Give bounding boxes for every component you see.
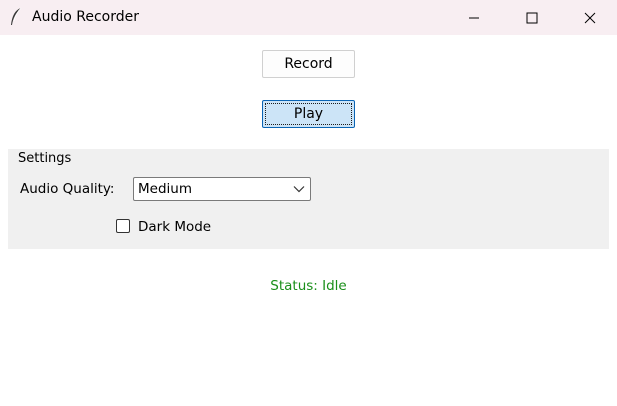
settings-title: Settings	[18, 151, 72, 166]
audio-quality-select[interactable]: Medium	[133, 177, 311, 201]
dark-mode-checkbox[interactable]	[116, 219, 130, 233]
record-button[interactable]: Record	[262, 50, 355, 78]
chevron-down-icon[interactable]	[293, 185, 305, 193]
maximize-button[interactable]	[509, 0, 555, 35]
window-title: Audio Recorder	[32, 9, 139, 25]
audio-quality-label: Audio Quality:	[20, 181, 115, 197]
feather-icon	[11, 7, 22, 25]
status-label: Status: Idle	[270, 278, 347, 294]
audio-quality-value: Medium	[138, 181, 192, 197]
title-bar[interactable]: Audio Recorder	[0, 0, 617, 35]
settings-frame: Settings Audio Quality: Medium Dark Mode	[8, 149, 609, 249]
close-button[interactable]	[567, 0, 613, 35]
play-button[interactable]: Play	[262, 100, 355, 128]
dark-mode-label[interactable]: Dark Mode	[138, 219, 211, 235]
minimize-button[interactable]	[451, 0, 497, 35]
minimize-icon	[469, 17, 479, 18]
app-window: Audio Recorder Record Play Settings Audi…	[0, 0, 617, 406]
close-icon	[584, 12, 596, 23]
maximize-icon	[526, 12, 538, 23]
